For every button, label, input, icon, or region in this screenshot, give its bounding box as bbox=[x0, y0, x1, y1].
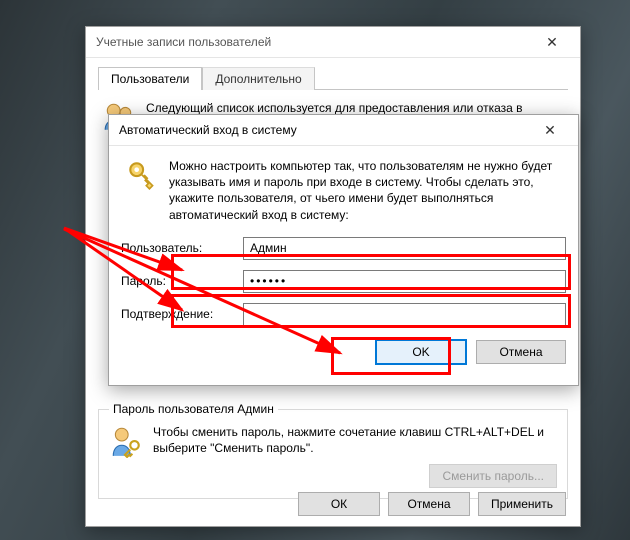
tab-users[interactable]: Пользователи bbox=[98, 67, 202, 90]
password-group: Пароль пользователя Админ Чтобы сменить … bbox=[98, 402, 568, 499]
auto-logon-title: Автоматический вход в систему bbox=[119, 123, 530, 137]
user-label: Пользователь: bbox=[121, 241, 243, 255]
password-label: Пароль: bbox=[121, 274, 243, 288]
user-accounts-ok-button[interactable]: ОК bbox=[298, 492, 380, 516]
user-input[interactable] bbox=[243, 237, 566, 260]
user-accounts-titlebar: Учетные записи пользователей ✕ bbox=[86, 27, 580, 58]
user-accounts-apply-button[interactable]: Применить bbox=[478, 492, 566, 516]
auto-logon-ok-button[interactable]: OK bbox=[376, 340, 466, 364]
auto-logon-desc: Можно настроить компьютер так, что польз… bbox=[169, 158, 562, 223]
password-group-title: Пароль пользователя Админ bbox=[109, 402, 278, 416]
auto-logon-cancel-button[interactable]: Отмена bbox=[476, 340, 566, 364]
tabs: Пользователи Дополнительно bbox=[98, 66, 568, 90]
tab-advanced[interactable]: Дополнительно bbox=[202, 67, 314, 90]
confirm-label: Подтверждение: bbox=[121, 307, 243, 321]
user-accounts-cancel-button[interactable]: Отмена bbox=[388, 492, 470, 516]
change-password-button: Сменить пароль... bbox=[429, 464, 557, 488]
password-input[interactable] bbox=[243, 270, 566, 293]
auto-logon-dialog: Автоматический вход в систему ✕ Можно на… bbox=[108, 114, 579, 386]
keys-icon bbox=[125, 158, 159, 192]
user-key-icon bbox=[109, 424, 143, 458]
user-accounts-title: Учетные записи пользователей bbox=[96, 35, 532, 49]
confirm-input[interactable] bbox=[243, 303, 566, 326]
auto-logon-titlebar: Автоматический вход в систему ✕ bbox=[109, 115, 578, 146]
password-group-text: Чтобы сменить пароль, нажмите сочетание … bbox=[153, 424, 557, 456]
auto-logon-close-icon[interactable]: ✕ bbox=[530, 116, 570, 144]
user-accounts-close-icon[interactable]: ✕ bbox=[532, 28, 572, 56]
